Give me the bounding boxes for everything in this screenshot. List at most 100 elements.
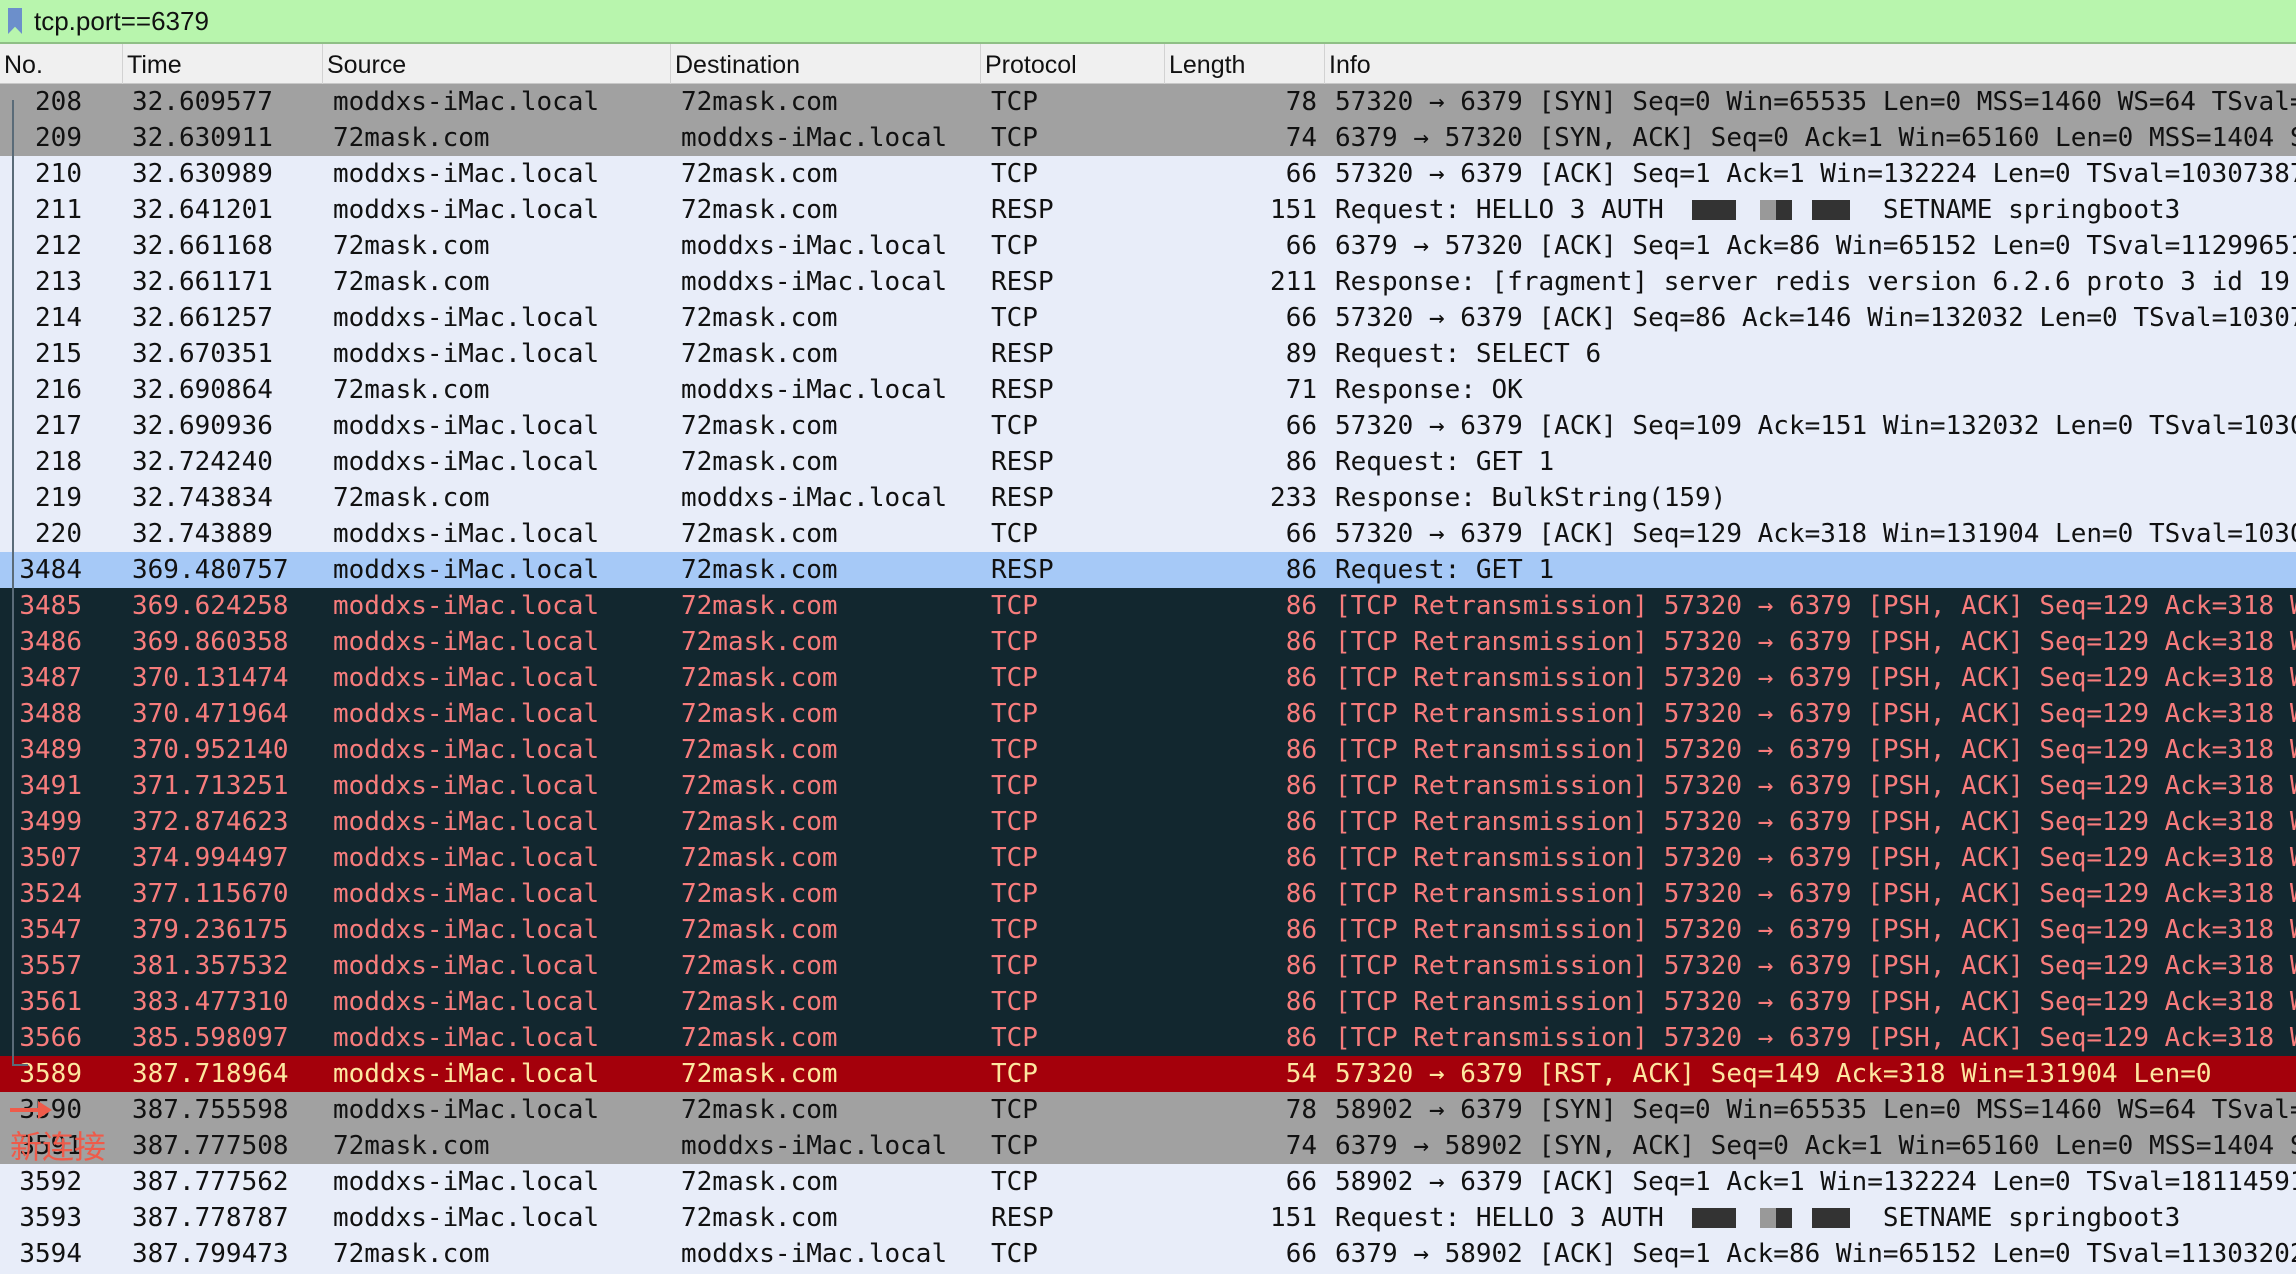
packet-info: 58902 → 6379 [SYN] Seq=0 Win=65535 Len=0… bbox=[1335, 1095, 2296, 1125]
column-header-length[interactable]: Length bbox=[1164, 44, 1324, 84]
packet-time: 32.670351 bbox=[132, 339, 273, 369]
packet-time: 377.115670 bbox=[132, 879, 289, 909]
packet-row-3594[interactable]: 3594 387.799473 72mask.com moddxs-iMac.loca… bbox=[0, 1236, 2296, 1272]
packet-time: 32.609577 bbox=[132, 87, 273, 117]
packet-length: 66 bbox=[1285, 519, 1317, 549]
packet-destination: 72mask.com bbox=[681, 555, 838, 585]
packet-row-211[interactable]: 211 32.641201 moddxs-iMac.local 72mask.com R… bbox=[0, 192, 2296, 228]
packet-source: moddxs-iMac.local bbox=[333, 555, 600, 585]
packet-time: 369.624258 bbox=[132, 591, 289, 621]
packet-destination: 72mask.com bbox=[681, 735, 838, 765]
packet-destination: 72mask.com bbox=[681, 843, 838, 873]
packet-row-208[interactable]: 208 32.609577 moddxs-iMac.local 72mask.com T… bbox=[0, 84, 2296, 120]
packet-protocol: RESP bbox=[991, 195, 1054, 225]
packet-row-219[interactable]: 219 32.743834 72mask.com moddxs-iMac.local R… bbox=[0, 480, 2296, 516]
packet-destination: 72mask.com bbox=[681, 447, 838, 477]
packet-time: 387.755598 bbox=[132, 1095, 289, 1125]
packet-row-3547[interactable]: 3547 379.236175 moddxs-iMac.local 72mask.co… bbox=[0, 912, 2296, 948]
bookmark-icon[interactable] bbox=[8, 8, 22, 34]
packet-info: Response: OK bbox=[1335, 375, 1523, 405]
packet-row-216[interactable]: 216 32.690864 72mask.com moddxs-iMac.local R… bbox=[0, 372, 2296, 408]
packet-destination: 72mask.com bbox=[681, 915, 838, 945]
packet-protocol: TCP bbox=[991, 879, 1038, 909]
packet-info: [TCP Retransmission] 57320 → 6379 [PSH, … bbox=[1335, 915, 2296, 945]
packet-time: 32.690936 bbox=[132, 411, 273, 441]
packet-number: 213 bbox=[35, 267, 82, 297]
packet-number: 3489 bbox=[19, 735, 82, 765]
packet-row-3561[interactable]: 3561 383.477310 moddxs-iMac.local 72mask.co… bbox=[0, 984, 2296, 1020]
packet-row-3590[interactable]: 3590387.755598moddxs-iMac.local72mask.co… bbox=[0, 1092, 2296, 1128]
packet-row-3488[interactable]: 3488 370.471964 moddxs-iMac.local 72mask.co… bbox=[0, 696, 2296, 732]
packet-protocol: TCP bbox=[991, 1059, 1038, 1089]
column-header-info[interactable]: Info bbox=[1324, 44, 2296, 84]
packet-length: 78 bbox=[1285, 87, 1317, 117]
packet-row-3491[interactable]: 3491 371.713251 moddxs-iMac.local 72mask.co… bbox=[0, 768, 2296, 804]
packet-info: Request: HELLO 3 AUTH SETNAME springboot… bbox=[1335, 195, 2181, 225]
packet-row-3507[interactable]: 3507 374.994497 moddxs-iMac.local 72mask.co… bbox=[0, 840, 2296, 876]
packet-destination: 72mask.com bbox=[681, 1059, 838, 1089]
packet-length: 86 bbox=[1285, 807, 1317, 837]
packet-info: Request: GET 1 bbox=[1335, 447, 1555, 477]
packet-length: 66 bbox=[1285, 1239, 1317, 1269]
packet-source: moddxs-iMac.local bbox=[333, 627, 600, 657]
packet-protocol: RESP bbox=[991, 447, 1054, 477]
column-header-destination[interactable]: Destination bbox=[670, 44, 980, 84]
column-header-protocol[interactable]: Protocol bbox=[980, 44, 1164, 84]
packet-row-209[interactable]: 209 32.630911 72mask.com moddxs-iMac.local T… bbox=[0, 120, 2296, 156]
packet-time: 32.661171 bbox=[132, 267, 273, 297]
packet-number: 3486 bbox=[19, 627, 82, 657]
packet-protocol: RESP bbox=[991, 339, 1054, 369]
packet-row-3484[interactable]: 3484 369.480757 moddxs-iMac.local 72mask.co… bbox=[0, 552, 2296, 588]
packet-row-212[interactable]: 212 32.661168 72mask.com moddxs-iMac.local T… bbox=[0, 228, 2296, 264]
packet-row-3485[interactable]: 3485 369.624258 moddxs-iMac.local 72mask.co… bbox=[0, 588, 2296, 624]
display-filter-input[interactable]: tcp.port==6379 bbox=[34, 6, 209, 37]
packet-number: 215 bbox=[35, 339, 82, 369]
packet-time: 387.777508 bbox=[132, 1131, 289, 1161]
packet-row-217[interactable]: 217 32.690936 moddxs-iMac.local 72mask.com T… bbox=[0, 408, 2296, 444]
packet-number: 220 bbox=[35, 519, 82, 549]
packet-number: 3485 bbox=[19, 591, 82, 621]
packet-row-3592[interactable]: 3592 387.777562 moddxs-iMac.local 72mask.co… bbox=[0, 1164, 2296, 1200]
packet-info: [TCP Retransmission] 57320 → 6379 [PSH, … bbox=[1335, 807, 2296, 837]
packet-number: 3507 bbox=[19, 843, 82, 873]
packet-source: moddxs-iMac.local bbox=[333, 195, 600, 225]
packet-number: 3547 bbox=[19, 915, 82, 945]
packet-info: [TCP Retransmission] 57320 → 6379 [PSH, … bbox=[1335, 735, 2296, 765]
packet-info: [TCP Retransmission] 57320 → 6379 [PSH, … bbox=[1335, 663, 2296, 693]
packet-info: [TCP Retransmission] 57320 → 6379 [PSH, … bbox=[1335, 879, 2296, 909]
packet-source: moddxs-iMac.local bbox=[333, 519, 600, 549]
packet-length: 66 bbox=[1285, 231, 1317, 261]
packet-time: 387.777562 bbox=[132, 1167, 289, 1197]
packet-protocol: TCP bbox=[991, 123, 1038, 153]
packet-protocol: TCP bbox=[991, 951, 1038, 981]
packet-destination: 72mask.com bbox=[681, 879, 838, 909]
packet-row-210[interactable]: 210 32.630989 moddxs-iMac.local 72mask.com T… bbox=[0, 156, 2296, 192]
column-header-no[interactable]: No. bbox=[0, 44, 122, 84]
packet-number: 3594 bbox=[19, 1239, 82, 1269]
packet-row-220[interactable]: 220 32.743889 moddxs-iMac.local 72mask.com T… bbox=[0, 516, 2296, 552]
packet-row-3557[interactable]: 3557 381.357532 moddxs-iMac.local 72mask.co… bbox=[0, 948, 2296, 984]
packet-row-3524[interactable]: 3524 377.115670 moddxs-iMac.local 72mask.co… bbox=[0, 876, 2296, 912]
packet-row-3486[interactable]: 3486 369.860358 moddxs-iMac.local 72mask.co… bbox=[0, 624, 2296, 660]
packet-number: 3592 bbox=[19, 1167, 82, 1197]
packet-info: [TCP Retransmission] 57320 → 6379 [PSH, … bbox=[1335, 591, 2296, 621]
packet-row-215[interactable]: 215 32.670351 moddxs-iMac.local 72mask.com R… bbox=[0, 336, 2296, 372]
packet-time: 369.860358 bbox=[132, 627, 289, 657]
packet-row-218[interactable]: 218 32.724240 moddxs-iMac.local 72mask.com R… bbox=[0, 444, 2296, 480]
packet-length: 66 bbox=[1285, 303, 1317, 333]
packet-row-3499[interactable]: 3499 372.874623 moddxs-iMac.local 72mask.co… bbox=[0, 804, 2296, 840]
column-header-source[interactable]: Source bbox=[322, 44, 670, 84]
packet-row-3589[interactable]: 3589 387.718964 moddxs-iMac.local 72mask.co… bbox=[0, 1056, 2296, 1092]
packet-row-214[interactable]: 214 32.661257 moddxs-iMac.local 72mask.com T… bbox=[0, 300, 2296, 336]
packet-time: 369.480757 bbox=[132, 555, 289, 585]
packet-row-3591[interactable]: 3591 387.777508 72mask.com moddxs-iMac.loca… bbox=[0, 1128, 2296, 1164]
packet-protocol: RESP bbox=[991, 1203, 1054, 1233]
packet-row-3487[interactable]: 3487 370.131474 moddxs-iMac.local 72mask.co… bbox=[0, 660, 2296, 696]
packet-row-3566[interactable]: 3566 385.598097 moddxs-iMac.local 72mask.co… bbox=[0, 1020, 2296, 1056]
column-header-time[interactable]: Time bbox=[122, 44, 322, 84]
packet-row-213[interactable]: 213 32.661171 72mask.com moddxs-iMac.local R… bbox=[0, 264, 2296, 300]
packet-row-3593[interactable]: 3593 387.778787 moddxs-iMac.local 72mask.co… bbox=[0, 1200, 2296, 1236]
display-filter-bar[interactable]: tcp.port==6379 bbox=[0, 0, 2296, 44]
packet-row-3489[interactable]: 3489 370.952140 moddxs-iMac.local 72mask.co… bbox=[0, 732, 2296, 768]
packet-length: 74 bbox=[1285, 1131, 1317, 1161]
